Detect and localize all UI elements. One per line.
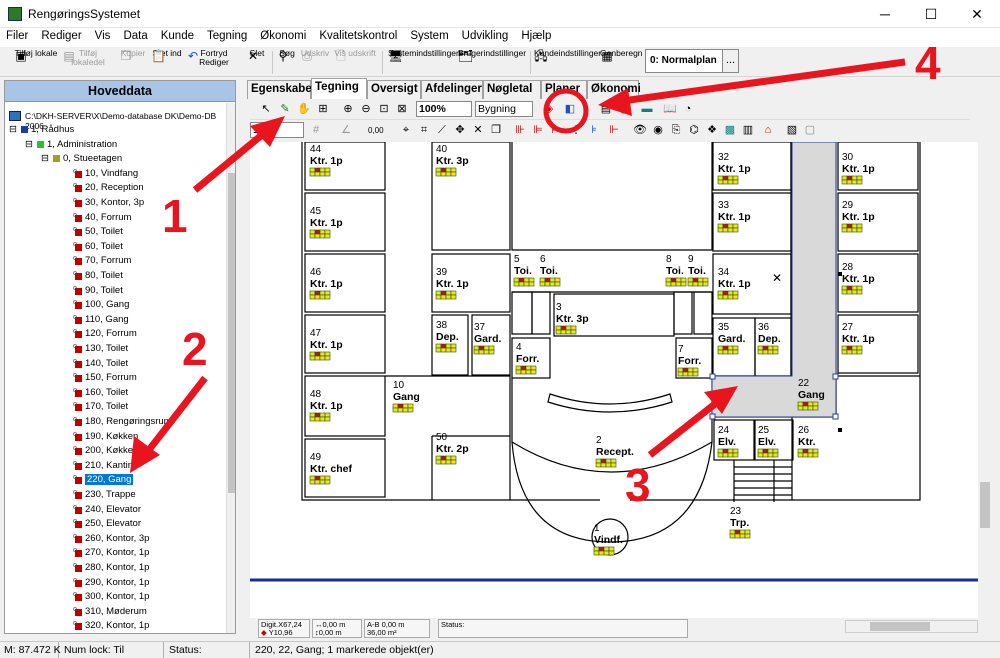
annotation-number: 4 — [915, 37, 941, 89]
annotation-number: 1 — [162, 190, 188, 242]
annotation-number: 2 — [182, 323, 208, 375]
annotation-number: 3 — [625, 459, 651, 511]
annotation-overlay — [130, 58, 906, 473]
